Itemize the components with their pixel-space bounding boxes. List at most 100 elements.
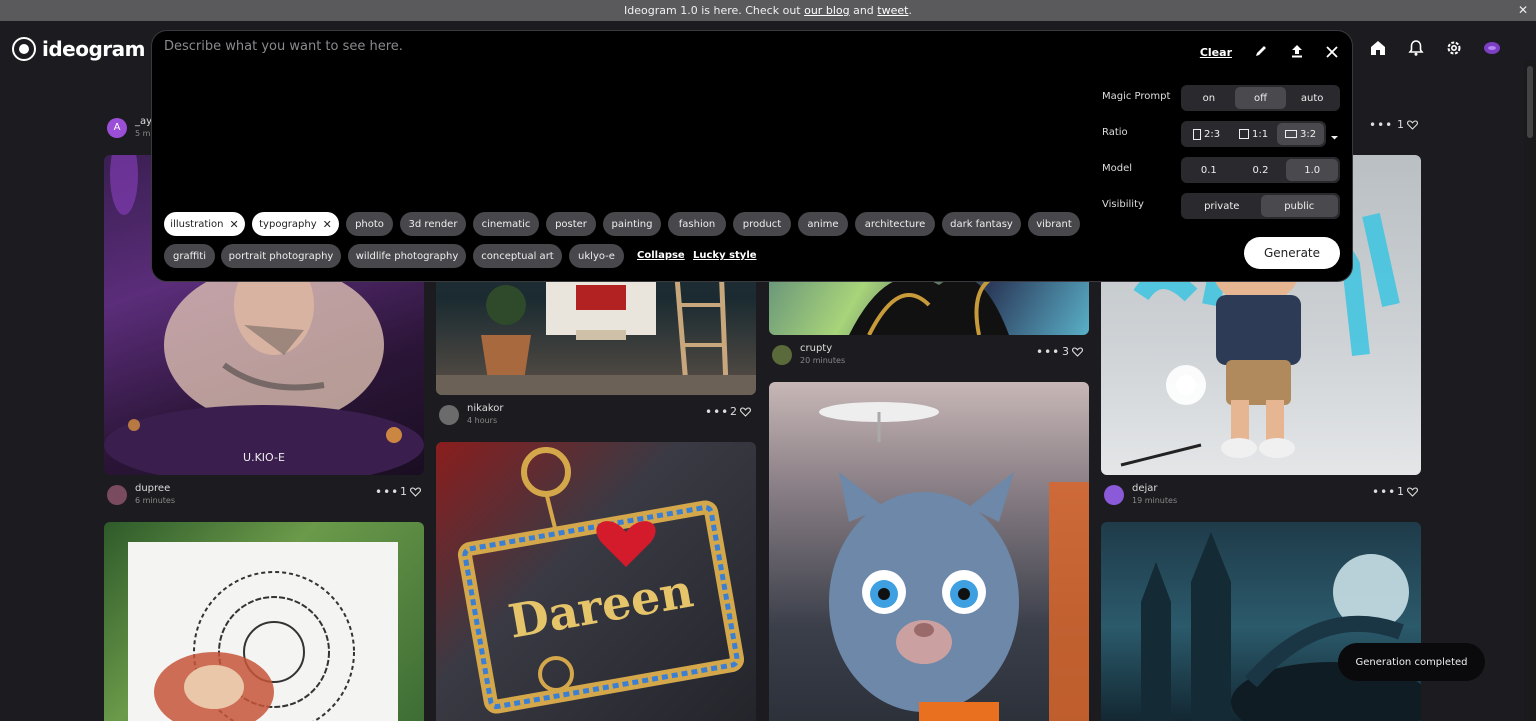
chip-photo[interactable]: photo	[346, 212, 393, 236]
chip-painting[interactable]: painting	[603, 212, 661, 236]
page-scrollbar[interactable]	[1524, 60, 1536, 721]
username[interactable]: dejar	[1132, 483, 1158, 494]
card-image-furry-cat[interactable]	[769, 382, 1089, 721]
card-image-dareen-pendant[interactable]: Dareen	[436, 442, 756, 721]
chip-architecture[interactable]: architecture	[855, 212, 935, 236]
like-button[interactable]: 1	[1397, 118, 1418, 131]
chip-typography[interactable]: typography ✕	[252, 212, 339, 236]
ratio-1-1[interactable]: 1:1	[1230, 123, 1277, 145]
more-options-icon[interactable]: •••	[705, 405, 729, 419]
chip-conceptual-art[interactable]: conceptual art	[473, 244, 562, 268]
announcement-end: .	[908, 4, 912, 17]
upload-icon[interactable]	[1290, 43, 1304, 62]
chip-dark-fantasy[interactable]: dark fantasy	[942, 212, 1021, 236]
card-meta-crupty: crupty 20 minutes ••• 3	[772, 341, 1088, 371]
timestamp: 6 minutes	[135, 496, 176, 505]
chip-poster[interactable]: poster	[546, 212, 596, 236]
like-count: 1	[1397, 485, 1404, 498]
ratio-2-3[interactable]: 2:3	[1183, 123, 1230, 145]
scrollbar-thumb[interactable]	[1527, 66, 1533, 138]
visibility-private[interactable]: private	[1183, 195, 1261, 217]
like-count: 1	[400, 485, 407, 498]
avatar[interactable]	[439, 405, 459, 425]
gear-icon[interactable]	[1445, 39, 1463, 57]
prompt-panel: Clear Magic Prompt on off auto Ratio 2:3…	[151, 30, 1353, 282]
blog-link[interactable]: our blog	[804, 4, 849, 17]
username[interactable]: dupree	[135, 483, 170, 494]
like-count: 1	[1397, 118, 1404, 131]
magic-prompt-auto[interactable]: auto	[1286, 87, 1338, 109]
more-options-icon[interactable]: •••	[1372, 485, 1396, 499]
logo[interactable]: ideogram	[12, 37, 146, 61]
model-1-0[interactable]: 1.0	[1286, 159, 1339, 181]
like-button[interactable]: 3	[1062, 345, 1083, 358]
card-image-mandala[interactable]	[104, 522, 424, 721]
announcement-bar: Ideogram 1.0 is here. Check out our blog…	[0, 0, 1536, 21]
chip-label: typography	[259, 218, 317, 230]
close-announcement-icon[interactable]: ✕	[1518, 0, 1528, 21]
landscape-ratio-icon	[1284, 130, 1297, 138]
portrait-ratio-icon	[1192, 128, 1201, 140]
ratio-3-2[interactable]: 3:2	[1277, 123, 1324, 145]
heart-icon	[410, 486, 421, 497]
home-icon[interactable]	[1369, 39, 1387, 57]
chip-graffiti[interactable]: graffiti	[164, 244, 215, 268]
pencil-icon[interactable]	[1254, 43, 1268, 62]
avatar[interactable]	[1483, 39, 1501, 57]
magic-prompt-row: Magic Prompt on off auto	[1102, 85, 1342, 111]
model-0-1[interactable]: 0.1	[1183, 159, 1235, 181]
username[interactable]: nikakor	[467, 403, 504, 414]
clear-button[interactable]: Clear	[1200, 46, 1232, 59]
avatar[interactable]	[1104, 485, 1124, 505]
username[interactable]: _ay	[135, 116, 152, 127]
chip-fashion[interactable]: fashion	[668, 212, 726, 236]
chip-anime[interactable]: anime	[798, 212, 848, 236]
generate-button[interactable]: Generate	[1244, 237, 1340, 269]
heart-icon	[1072, 346, 1083, 357]
chip-portrait-photography[interactable]: portrait photography	[221, 244, 341, 268]
chip-uklyo-e[interactable]: uklyo-e	[569, 244, 624, 268]
ratio-dropdown-chevron-icon[interactable]	[1330, 127, 1339, 146]
ratio-row: Ratio 2:3 1:1 3:2	[1102, 121, 1342, 147]
collapse-link[interactable]: Collapse	[637, 250, 685, 261]
magic-prompt-on[interactable]: on	[1183, 87, 1235, 109]
chip-illustration[interactable]: illustration ✕	[164, 212, 245, 236]
more-options-icon[interactable]: •••	[375, 485, 399, 499]
ratio-3-2-label: 3:2	[1300, 128, 1317, 140]
chip-wildlife-photography[interactable]: wildlife photography	[348, 244, 466, 268]
remove-chip-icon[interactable]: ✕	[230, 218, 239, 231]
username[interactable]: crupty	[800, 343, 832, 354]
timestamp: 5 mi	[135, 129, 153, 138]
top-nav-icons	[1369, 39, 1501, 57]
avatar[interactable]	[772, 345, 792, 365]
model-0-2[interactable]: 0.2	[1235, 159, 1287, 181]
avatar[interactable]	[107, 485, 127, 505]
chip-3d-render[interactable]: 3d render	[400, 212, 466, 236]
chip-vibrant[interactable]: vibrant	[1028, 212, 1080, 236]
like-button[interactable]: 1	[1397, 485, 1418, 498]
prompt-input[interactable]	[164, 39, 1064, 189]
chip-product[interactable]: product	[733, 212, 791, 236]
toast-notification: Generation completed	[1338, 643, 1485, 681]
ratio-2-3-label: 2:3	[1204, 128, 1221, 140]
card-image-castle-moon[interactable]	[1101, 522, 1421, 721]
model-label: Model	[1102, 163, 1133, 174]
magic-prompt-off[interactable]: off	[1234, 87, 1287, 109]
chip-cinematic[interactable]: cinematic	[473, 212, 539, 236]
card-meta-nikakor: nikakor 4 hours ••• 2	[439, 401, 755, 431]
remove-chip-icon[interactable]: ✕	[323, 218, 332, 231]
visibility-public[interactable]: public	[1260, 195, 1338, 217]
more-options-icon[interactable]: •••	[1369, 118, 1393, 132]
like-button[interactable]: 1	[400, 485, 421, 498]
like-button[interactable]: 2	[730, 405, 751, 418]
tweet-link[interactable]: tweet	[877, 4, 908, 17]
close-icon[interactable]	[1326, 43, 1338, 62]
watermark-text: U.KIO-E	[243, 451, 285, 464]
avatar[interactable]: A	[107, 118, 127, 138]
announcement-text: Ideogram 1.0 is here. Check out	[624, 4, 805, 17]
timestamp: 4 hours	[467, 416, 498, 425]
ratio-label: Ratio	[1102, 127, 1128, 138]
lucky-style-link[interactable]: Lucky style	[693, 250, 757, 261]
more-options-icon[interactable]: •••	[1036, 345, 1060, 359]
bell-icon[interactable]	[1407, 39, 1425, 57]
